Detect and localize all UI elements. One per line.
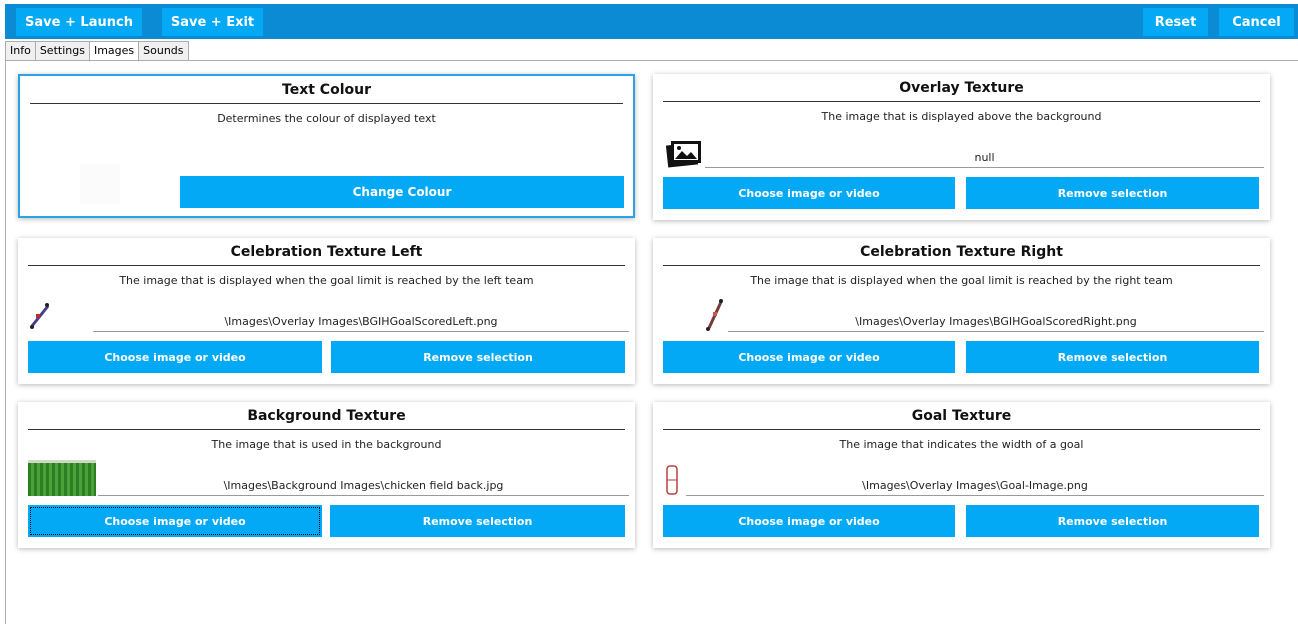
divider (663, 429, 1260, 430)
choose-image-button[interactable]: Choose image or video (663, 341, 955, 373)
content-border (5, 60, 6, 624)
card-description: The image that is displayed when the goa… (119, 274, 534, 287)
card-title: Celebration Texture Right (860, 244, 1063, 260)
image-placeholder-icon (665, 138, 703, 168)
goal-thumbnail (665, 464, 679, 496)
background-path: \Images\Background Images\chicken field … (98, 478, 629, 496)
divider (28, 265, 625, 266)
card-title: Text Colour (282, 82, 371, 98)
reset-button[interactable]: Reset (1143, 8, 1208, 36)
card-description: The image that is displayed above the ba… (821, 110, 1102, 123)
goal-texture-card: Goal Texture The image that indicates th… (653, 402, 1270, 548)
save-launch-button[interactable]: Save + Launch (16, 8, 142, 36)
tab-divider (5, 60, 1298, 61)
text-colour-card: Text Colour Determines the colour of dis… (18, 74, 635, 218)
card-title: Celebration Texture Left (230, 244, 423, 260)
card-description: The image that is displayed when the goa… (750, 274, 1173, 287)
card-description: Determines the colour of displayed text (217, 112, 436, 125)
tab-settings[interactable]: Settings (34, 41, 90, 61)
remove-selection-button[interactable]: Remove selection (966, 505, 1259, 537)
card-description: The image that indicates the width of a … (839, 438, 1084, 451)
remove-selection-button[interactable]: Remove selection (966, 177, 1259, 209)
celebration-right-path: \Images\Overlay Images\BGIHGoalScoredRig… (728, 314, 1264, 332)
save-exit-button[interactable]: Save + Exit (162, 8, 263, 36)
overlay-texture-card: Overlay Texture The image that is displa… (653, 74, 1270, 220)
tab-info[interactable]: Info (5, 41, 36, 61)
celebration-left-thumbnail (26, 300, 56, 332)
choose-image-button[interactable]: Choose image or video (663, 505, 955, 537)
celebration-left-card: Celebration Texture Left The image that … (18, 238, 635, 384)
card-description: The image that is used in the background (211, 438, 442, 451)
card-title: Overlay Texture (899, 80, 1024, 96)
celebration-right-thumbnail (701, 294, 731, 334)
choose-image-button[interactable]: Choose image or video (28, 341, 322, 373)
overlay-path: null (705, 150, 1264, 168)
choose-image-button[interactable]: Choose image or video (663, 177, 955, 209)
toolbar: Save + Launch Save + Exit Reset Cancel (5, 4, 1298, 39)
goal-path: \Images\Overlay Images\Goal-Image.png (686, 478, 1264, 496)
card-title: Goal Texture (911, 408, 1012, 424)
tab-strip: Info Settings Images Sounds (5, 41, 189, 62)
remove-selection-button[interactable]: Remove selection (966, 341, 1259, 373)
remove-selection-button[interactable]: Remove selection (331, 341, 625, 373)
cancel-button[interactable]: Cancel (1219, 8, 1294, 36)
background-texture-card: Background Texture The image that is use… (18, 402, 635, 548)
colour-swatch (80, 164, 120, 204)
tab-sounds[interactable]: Sounds (138, 41, 189, 61)
choose-image-button[interactable]: Choose image or video (28, 505, 322, 537)
tab-images[interactable]: Images (88, 41, 140, 62)
remove-selection-button[interactable]: Remove selection (330, 505, 625, 537)
divider (30, 103, 623, 104)
divider (663, 101, 1260, 102)
divider (28, 429, 625, 430)
divider (663, 265, 1260, 266)
card-title: Background Texture (247, 408, 406, 424)
change-colour-button[interactable]: Change Colour (180, 176, 624, 208)
celebration-left-path: \Images\Overlay Images\BGIHGoalScoredLef… (93, 314, 629, 332)
grass-thumbnail (28, 460, 96, 496)
celebration-right-card: Celebration Texture Right The image that… (653, 238, 1270, 384)
